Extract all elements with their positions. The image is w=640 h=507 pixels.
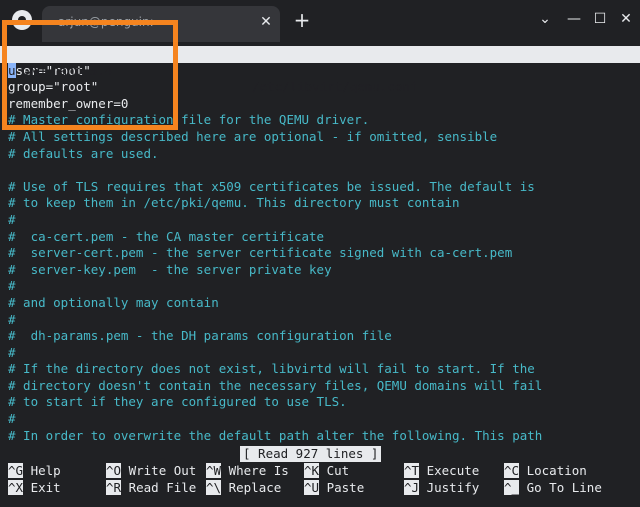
comment-line: # and optionally may contain: [8, 294, 219, 310]
shortcut-key: ^X: [8, 480, 24, 495]
shortcut-item[interactable]: ^R Read File: [106, 479, 196, 496]
shortcut-item[interactable]: ^C Location: [504, 462, 587, 479]
shortcut-item[interactable]: ^J Justify: [404, 479, 479, 496]
shortcut-item[interactable]: ^U Paste: [304, 479, 364, 496]
title-bar: arjun@penguin: ~ ✕ + ⌄ — ☐ ✕: [0, 0, 640, 42]
shortcut-key: ^U: [304, 480, 320, 495]
shortcut-label: Where Is: [221, 463, 289, 478]
shortcut-key: ^C: [504, 463, 520, 478]
shortcut-bar: ^G Help ^O Write Out ^W Where Is ^K Cut ^T E…: [0, 462, 640, 502]
comment-line: # directory doesn't contain the necessar…: [8, 377, 543, 393]
status-message: [ Read 927 lines ]: [240, 446, 382, 462]
terminal-tab[interactable]: arjun@penguin: ~ ✕: [42, 6, 280, 42]
comment-line: # In order to overwrite the default path…: [8, 427, 543, 443]
terminal-window[interactable]: GNU nano 5.4 /etc/libvirt/qemu.conf user…: [0, 42, 640, 507]
minimize-icon[interactable]: —: [566, 11, 582, 27]
comment-line: # server-key.pem - the server private ke…: [8, 261, 332, 277]
comment-line: #: [8, 278, 16, 294]
comment-line: #: [8, 311, 16, 327]
shortcut-key: ^O: [106, 463, 122, 478]
shortcut-label: Write Out: [121, 463, 197, 478]
shortcut-key: ^_: [504, 480, 520, 495]
comment-line: # defaults are used.: [8, 145, 159, 161]
shortcut-label: Exit: [23, 480, 61, 495]
comment-line: #: [8, 344, 16, 360]
comment-line: # If the directory does not exist, libvi…: [8, 361, 535, 377]
shortcut-label: Replace: [221, 480, 282, 495]
editor-content[interactable]: GNU nano 5.4 /etc/libvirt/qemu.conf user…: [0, 46, 640, 444]
shortcut-item[interactable]: ^K Cut: [304, 462, 349, 479]
comment-line: # All settings described here are option…: [8, 128, 498, 144]
nano-version: GNU nano 5.4: [22, 62, 113, 78]
shortcut-key: ^R: [106, 480, 122, 495]
shortcut-label: Read File: [121, 480, 197, 495]
shortcut-item[interactable]: ^_ Go To Line: [504, 479, 602, 496]
nano-header: GNU nano 5.4 /etc/libvirt/qemu.conf: [0, 46, 640, 94]
shortcut-label: Go To Line: [519, 480, 602, 495]
shortcut-key: ^J: [404, 480, 420, 495]
shortcut-item[interactable]: ^X Exit: [8, 479, 61, 496]
comment-line: # server-cert.pem - the server certifica…: [8, 245, 513, 261]
close-icon[interactable]: ✕: [258, 14, 274, 30]
shortcut-item[interactable]: ^O Write Out: [106, 462, 196, 479]
shortcut-key: ^K: [304, 463, 320, 478]
comment-line: #: [8, 411, 16, 427]
window-close-icon[interactable]: ✕: [618, 11, 634, 27]
comment-line: #: [8, 211, 16, 227]
chevron-down-icon[interactable]: ⌄: [537, 11, 553, 27]
file-lines[interactable]: user="root"group="root"remember_owner=0#…: [0, 62, 640, 445]
comment-line: # dh-params.pem - the DH params configur…: [8, 328, 392, 344]
shortcut-item[interactable]: ^\ Replace: [206, 479, 281, 496]
file-path: /etc/libvirt/qemu.conf: [252, 79, 418, 95]
shortcut-label: Execute: [419, 463, 480, 478]
shortcut-item[interactable]: ^G Help: [8, 462, 61, 479]
comment-line: # to start if they are configured to use…: [8, 394, 347, 410]
comment-line: # Master configuration file for the QEMU…: [8, 112, 370, 128]
maximize-icon[interactable]: ☐: [592, 11, 608, 27]
terminal-app-icon: [12, 10, 32, 30]
shortcut-label: Cut: [319, 463, 350, 478]
comment-line: # Use of TLS requires that x509 certific…: [8, 178, 535, 194]
tab-title: arjun@penguin: ~: [58, 15, 168, 29]
comment-line: # to keep them in /etc/pki/qemu. This di…: [8, 195, 460, 211]
shortcut-key: ^\: [206, 480, 222, 495]
shortcut-label: Help: [23, 463, 61, 478]
comment-line: # ca-cert.pem - the CA master certificat…: [8, 228, 325, 244]
comment-line: [0, 162, 640, 179]
shortcut-key: ^T: [404, 463, 420, 478]
plus-icon[interactable]: +: [292, 10, 312, 30]
shortcut-key: ^G: [8, 463, 24, 478]
shortcut-label: Justify: [419, 480, 480, 495]
status-row: [ Read 927 lines ]: [0, 446, 640, 463]
code-line: remember_owner=0: [8, 95, 129, 111]
shortcut-item[interactable]: ^T Execute: [404, 462, 479, 479]
shortcut-label: Paste: [319, 480, 365, 495]
shortcut-key: ^W: [206, 463, 222, 478]
shortcut-label: Location: [519, 463, 587, 478]
shortcut-item[interactable]: ^W Where Is: [206, 462, 289, 479]
